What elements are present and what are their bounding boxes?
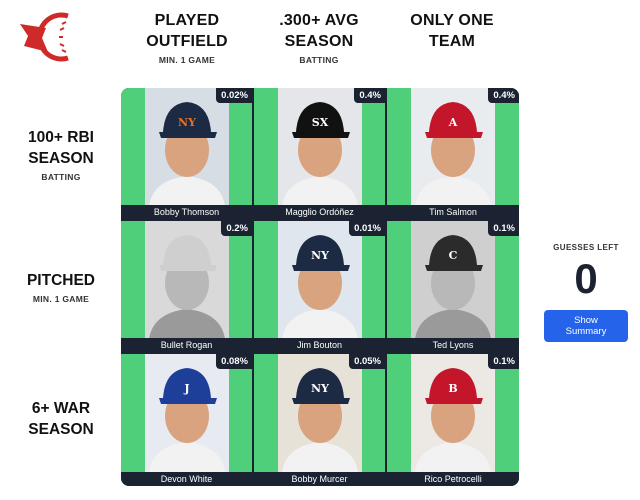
rarity-percentage: 0.4% [488,88,519,103]
rarity-percentage: 0.2% [221,221,252,236]
immaculate-grid: NY 0.02% Bobby Thomson SX 0.4% Magglio O… [121,88,519,486]
row-header-3: 6+ WAR SEASON [8,398,114,443]
row-header-2: PITCHED MIN. 1 GAME [8,270,114,304]
svg-text:NY: NY [311,382,329,395]
column-header-subtitle: MIN. 1 GAME [158,55,216,65]
player-photo: A [411,88,495,206]
row-header-title: PITCHED [26,272,96,289]
svg-text:NY: NY [311,249,329,262]
svg-text:J: J [183,382,189,395]
grid-cell[interactable]: NY 0.01% Jim Bouton [254,221,385,352]
player-photo: NY [145,88,229,206]
grid-cell[interactable]: SX 0.4% Magglio Ordóñez [254,88,385,219]
svg-text:A: A [448,116,458,129]
column-header-title: PLAYED OUTFIELD [146,12,228,50]
player-name: Devon White [121,472,252,486]
player-name: Magglio Ordóñez [254,205,385,219]
svg-text:B: B [448,382,457,395]
rarity-percentage: 0.08% [216,354,252,369]
svg-text:C: C [449,249,458,262]
grid-cell[interactable]: B 0.1% Rico Petrocelli [387,354,519,486]
guesses-panel: GUESSES LEFT 0 Show Summary [544,243,628,342]
rarity-percentage: 0.4% [354,88,385,103]
column-header-2: .300+ AVG SEASON BATTING [254,10,384,65]
row-header-1: 100+ RBI SEASON BATTING [8,127,114,182]
column-header-1: PLAYED OUTFIELD MIN. 1 GAME [122,10,252,65]
grid-cell[interactable]: J 0.08% Devon White [121,354,252,486]
player-photo: NY [278,221,362,339]
column-header-subtitle: BATTING [299,55,339,65]
rarity-percentage: 0.01% [349,221,385,236]
row-header-title: 100+ RBI SEASON [28,129,94,167]
player-name: Bobby Murcer [254,472,385,486]
player-photo [145,221,229,339]
player-name: Ted Lyons [387,338,519,352]
player-photo: C [411,221,495,339]
svg-text:SX: SX [312,116,329,129]
player-photo: SX [278,88,362,206]
guesses-left-label: GUESSES LEFT [553,243,619,252]
guesses-left-count: 0 [574,255,598,302]
player-photo: B [411,354,495,472]
column-header-title: ONLY ONE TEAM [410,12,494,50]
player-name: Rico Petrocelli [387,472,519,486]
player-photo: J [145,354,229,472]
grid-cell[interactable]: 0.2% Bullet Rogan [121,221,252,352]
row-header-subtitle: BATTING [41,172,81,182]
show-summary-button[interactable]: Show Summary [544,310,628,342]
rarity-percentage: 0.1% [488,354,519,369]
grid-cell[interactable]: NY 0.02% Bobby Thomson [121,88,252,219]
baseball-logo-icon [18,12,86,62]
row-header-title: 6+ WAR SEASON [28,400,94,438]
player-photo: NY [278,354,362,472]
player-name: Bobby Thomson [121,205,252,219]
grid-cell[interactable]: C 0.1% Ted Lyons [387,221,519,352]
player-name: Tim Salmon [387,205,519,219]
player-name: Jim Bouton [254,338,385,352]
player-name: Bullet Rogan [121,338,252,352]
row-header-subtitle: MIN. 1 GAME [32,294,90,304]
rarity-percentage: 0.1% [488,221,519,236]
rarity-percentage: 0.02% [216,88,252,103]
grid-cell[interactable]: A 0.4% Tim Salmon [387,88,519,219]
grid-cell[interactable]: NY 0.05% Bobby Murcer [254,354,385,486]
svg-text:NY: NY [178,116,196,129]
column-header-3: ONLY ONE TEAM [387,10,517,55]
rarity-percentage: 0.05% [349,354,385,369]
column-header-title: .300+ AVG SEASON [279,12,359,50]
